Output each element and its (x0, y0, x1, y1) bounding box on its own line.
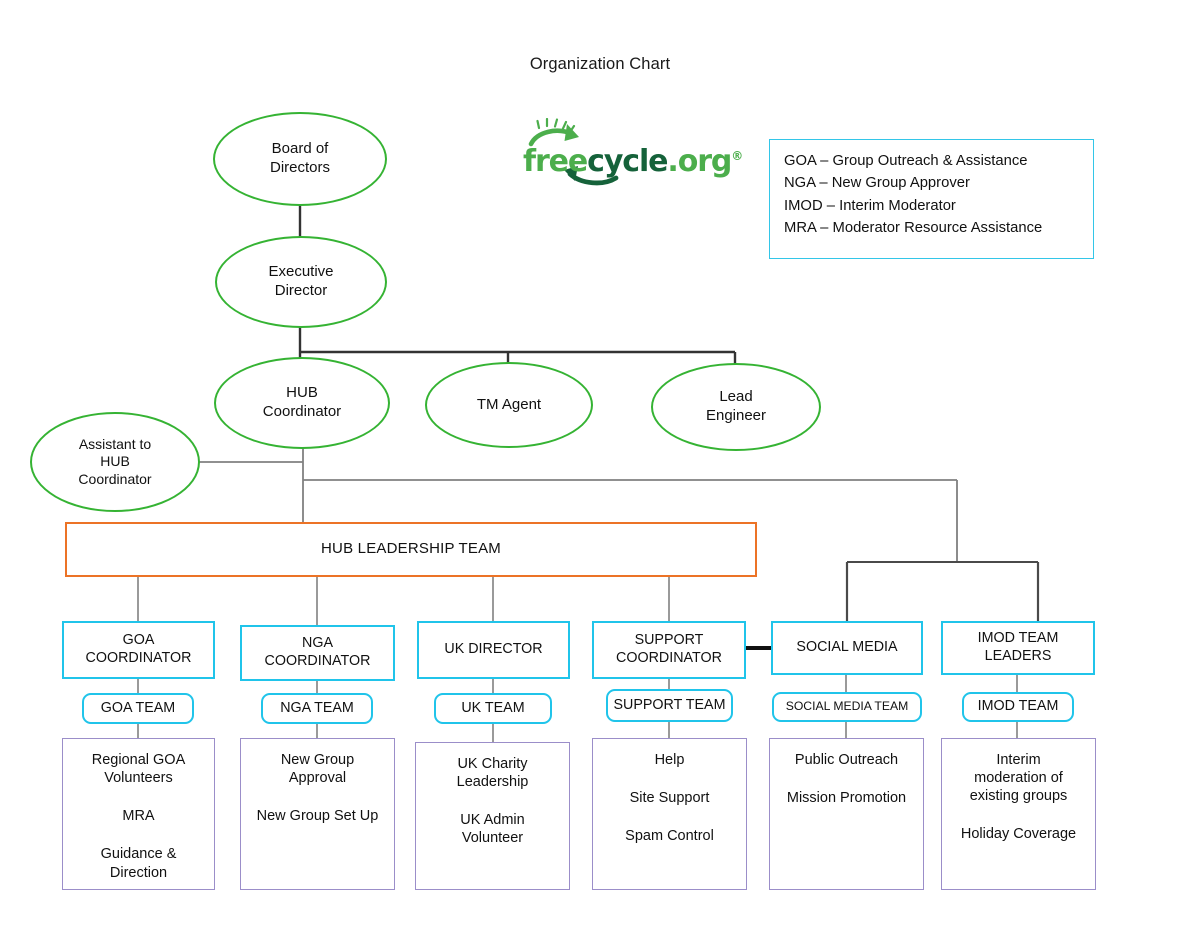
detail-line: Approval (288, 770, 347, 787)
node-nga-details: New Group Approval New Group Set Up (240, 738, 395, 890)
legend-line-goa: GOA – Group Outreach & Assistance (784, 153, 1028, 169)
detail-line: Interim (996, 752, 1041, 768)
node-executive-director[interactable]: Executive Director (215, 236, 387, 328)
node-social-media-team[interactable]: SOCIAL MEDIA TEAM (772, 692, 922, 722)
detail-line: Leadership (456, 774, 529, 791)
node-hub-leadership-team[interactable]: HUB LEADERSHIP TEAM (65, 522, 757, 577)
detail-line: existing groups (969, 788, 1068, 805)
node-label-line2: COORDINATOR (616, 650, 722, 666)
legend-line-imod: IMOD – Interim Moderator (784, 197, 956, 214)
logo-text-cycle: cycle (587, 144, 668, 179)
node-label-line1: GOA (122, 632, 155, 649)
detail-line: Mission Promotion (786, 790, 907, 807)
node-label-line1: SOCIAL MEDIA (796, 639, 898, 656)
node-label-line1: NGA (302, 635, 333, 652)
node-support-team[interactable]: SUPPORT TEAM (606, 689, 733, 722)
node-uk-team[interactable]: UK TEAM (434, 693, 552, 724)
node-support-coordinator[interactable]: SUPPORT COORDINATOR (592, 621, 746, 679)
page-title: Organization Chart (529, 55, 671, 73)
detail-line: Spam Control (625, 828, 714, 845)
node-label: NGA TEAM (280, 699, 354, 716)
acronym-legend: GOA – Group Outreach & Assistance NGA – … (769, 139, 1094, 259)
logo-wordmark: freecycle.org® (523, 144, 743, 179)
detail-line: New Group (280, 752, 355, 768)
detail-line: Volunteer (461, 830, 524, 847)
node-label-line3: Coordinator (78, 470, 152, 487)
detail-line: MRA (122, 808, 155, 825)
legend-line-mra: MRA – Moderator Resource Assistance (784, 220, 1043, 237)
detail-line: Help (654, 752, 685, 768)
node-label-line2: LEADERS (984, 648, 1052, 664)
node-label: IMOD TEAM (977, 698, 1059, 715)
node-social-media[interactable]: SOCIAL MEDIA (771, 621, 923, 675)
node-label-line1: UK DIRECTOR (444, 641, 543, 658)
node-label: SOCIAL MEDIA TEAM (785, 699, 909, 714)
node-social-media-details: Public Outreach Mission Promotion (769, 738, 924, 890)
freecycle-org-logo: freecycle.org® (523, 117, 743, 190)
node-label-line1: Board of (271, 140, 329, 158)
detail-line: Regional GOA (91, 752, 186, 768)
node-uk-director[interactable]: UK DIRECTOR (417, 621, 570, 679)
node-label-line1: SUPPORT (634, 632, 704, 649)
logo-text-free: free (523, 144, 588, 179)
node-label: UK TEAM (461, 699, 525, 716)
node-label-line2: COORDINATOR (85, 650, 192, 666)
detail-line: Volunteers (104, 770, 173, 787)
detail-line: Direction (109, 864, 168, 881)
node-label-line2: Coordinator (262, 403, 342, 420)
node-imod-details: Interim moderation of existing groups Ho… (941, 738, 1096, 890)
detail-line: Guidance & (100, 846, 177, 863)
node-support-details: Help Site Support Spam Control (592, 738, 747, 890)
node-label-line1: Executive (268, 263, 334, 281)
detail-line: moderation of (974, 770, 1063, 787)
node-label: TM Agent (476, 395, 542, 413)
detail-line: New Group Set Up (256, 808, 379, 825)
node-lead-engineer[interactable]: Lead Engineer (651, 363, 821, 451)
detail-line: Holiday Coverage (960, 826, 1077, 843)
node-label-line1: Lead (719, 388, 753, 406)
node-imod-team-leaders[interactable]: IMOD TEAM LEADERS (941, 621, 1095, 675)
detail-line: Public Outreach (794, 752, 899, 768)
logo-text-org: .org (667, 144, 732, 179)
detail-line: UK Admin (460, 812, 525, 829)
node-label-line2: Engineer (705, 407, 767, 424)
node-label-line1: HUB (286, 384, 318, 402)
node-goa-coordinator[interactable]: GOA COORDINATOR (62, 621, 215, 679)
node-label: HUB LEADERSHIP TEAM (321, 540, 501, 558)
node-tm-agent[interactable]: TM Agent (425, 362, 593, 448)
node-goa-details: Regional GOA Volunteers MRA Guidance & D… (62, 738, 215, 890)
node-nga-coordinator[interactable]: NGA COORDINATOR (240, 625, 395, 681)
node-goa-team[interactable]: GOA TEAM (82, 693, 194, 724)
node-hub-coordinator[interactable]: HUB Coordinator (214, 357, 390, 449)
node-imod-team[interactable]: IMOD TEAM (962, 692, 1074, 722)
node-label-line2: COORDINATOR (264, 653, 371, 669)
node-nga-team[interactable]: NGA TEAM (261, 693, 373, 724)
node-label: SUPPORT TEAM (613, 696, 726, 713)
detail-line: UK Charity (457, 756, 528, 772)
node-label-line2: Directors (269, 159, 330, 176)
org-chart-canvas: Organization Chart freecycle.org® GOA – … (0, 0, 1200, 927)
node-label-line2: HUB (100, 453, 130, 470)
node-label: GOA TEAM (100, 699, 176, 716)
logo-registered-mark: ® (731, 149, 743, 163)
detail-line: Site Support (629, 790, 710, 807)
node-label-line1: IMOD TEAM (977, 630, 1059, 647)
node-board-of-directors[interactable]: Board of Directors (213, 112, 387, 206)
legend-line-nga: NGA – New Group Approver (784, 175, 970, 192)
node-label-line2: Director (274, 282, 328, 299)
node-uk-details: UK Charity Leadership UK Admin Volunteer (415, 742, 570, 890)
node-label-line1: Assistant to (78, 435, 152, 452)
node-assistant-to-hub-coordinator[interactable]: Assistant to HUB Coordinator (30, 412, 200, 512)
